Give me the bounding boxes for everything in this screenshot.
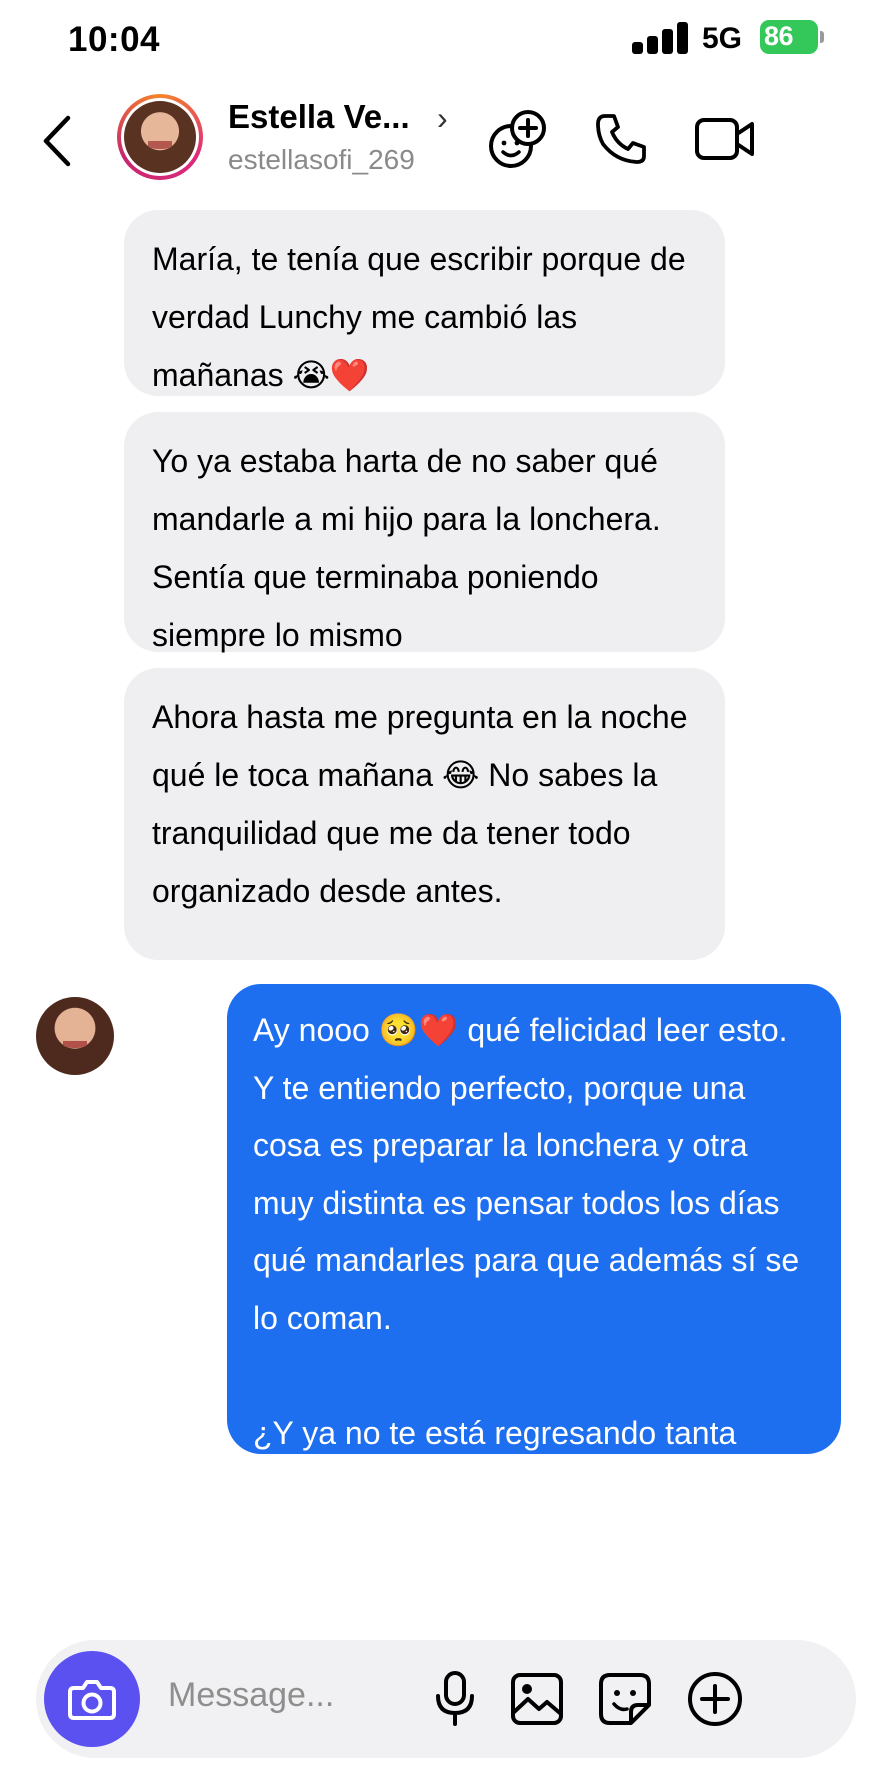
network-type: 5G <box>702 22 743 55</box>
chat-header: Estella Ve... › estellasofi_269 <box>0 80 891 210</box>
sticker-icon <box>599 1673 651 1725</box>
video-call-button[interactable] <box>690 104 760 174</box>
sticker-button[interactable] <box>592 1666 658 1732</box>
back-button[interactable] <box>32 106 82 176</box>
incoming-message[interactable]: Ahora hasta me pregunta en la noche qué … <box>124 668 725 960</box>
effects-icon <box>489 110 546 168</box>
chevron-right-icon[interactable]: › <box>437 100 448 137</box>
battery-level: 86 <box>764 21 794 51</box>
voice-message-button[interactable] <box>422 1666 488 1732</box>
battery-icon: 86 <box>760 20 824 54</box>
message-composer <box>36 1640 856 1758</box>
incoming-message[interactable]: Yo ya estaba harta de no saber qué manda… <box>124 412 725 653</box>
video-camera-icon <box>695 118 754 160</box>
contact-avatar[interactable] <box>117 94 203 180</box>
gallery-button[interactable] <box>504 1666 570 1732</box>
contact-handle: estellasofi_269 <box>228 144 415 175</box>
plus-icon <box>688 1672 742 1726</box>
incoming-message[interactable]: María, te tenía que escribir porque de v… <box>124 210 725 396</box>
camera-icon <box>68 1680 116 1720</box>
effects-button[interactable] <box>482 104 552 174</box>
call-button[interactable] <box>586 104 656 174</box>
signal-icon <box>632 22 692 54</box>
status-bar: 10:04 5G 86 <box>0 0 891 80</box>
back-chevron-icon <box>43 115 71 167</box>
more-button[interactable] <box>682 1666 748 1732</box>
status-time: 10:04 <box>68 20 161 59</box>
microphone-icon <box>436 1671 474 1726</box>
phone-icon <box>596 114 646 164</box>
contact-avatar-small[interactable] <box>36 997 114 1075</box>
outgoing-message[interactable]: Ay nooo 🥺❤️ qué felicidad leer esto. Y t… <box>227 984 841 1508</box>
contact-name[interactable]: Estella Ve... <box>228 98 410 136</box>
camera-button[interactable] <box>44 1651 140 1747</box>
gallery-icon <box>511 1673 563 1725</box>
